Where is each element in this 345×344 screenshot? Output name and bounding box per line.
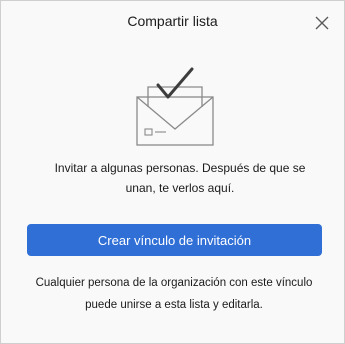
invite-message: Invitar a algunas personas. Después de q… xyxy=(54,161,306,195)
create-invite-link-button[interactable]: Crear vínculo de invitación xyxy=(27,224,322,256)
link-permission-note: Cualquier persona de la organización con… xyxy=(35,277,313,311)
envelope-checkmark-icon xyxy=(130,63,220,149)
dialog-title: Compartir lista xyxy=(127,13,218,29)
close-icon[interactable] xyxy=(314,15,330,31)
share-list-dialog: Compartir lista Invitar a algunas person… xyxy=(0,0,345,344)
